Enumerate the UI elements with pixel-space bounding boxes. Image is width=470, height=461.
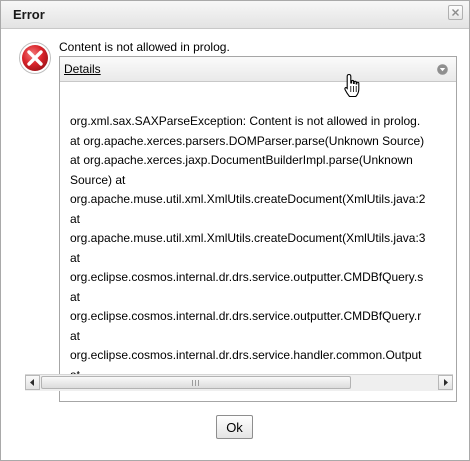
close-button[interactable]: [448, 5, 463, 20]
details-label: Details: [64, 62, 101, 76]
stack-trace-line: at: [70, 328, 81, 343]
details-panel: Details org.xml.sax.SAXParseException: C…: [59, 56, 457, 402]
error-x-icon: [19, 42, 51, 74]
stack-trace-line: at org.apache.xerces.jaxp.DocumentBuilde…: [70, 153, 413, 167]
scroll-left-button[interactable]: [25, 375, 40, 390]
scroll-grip-icon: [192, 380, 200, 386]
close-icon: [452, 9, 459, 16]
stack-trace-line: org.apache.muse.util.xml.XmlUtils.create…: [70, 231, 426, 245]
hand-cursor-icon: [344, 73, 360, 98]
stack-trace-text: org.xml.sax.SAXParseException: Content i…: [70, 112, 425, 384]
dialog-titlebar: Error: [1, 1, 469, 29]
details-toggle[interactable]: Details: [60, 57, 456, 82]
stack-trace-line: org.eclipse.cosmos.internal.dr.drs.servi…: [70, 348, 422, 362]
stack-trace-line: org.eclipse.cosmos.internal.dr.drs.servi…: [70, 270, 424, 284]
scroll-right-button[interactable]: [438, 375, 453, 390]
scroll-thumb[interactable]: [41, 376, 351, 389]
stack-trace-line: Source) at: [70, 172, 126, 187]
horizontal-scrollbar[interactable]: [25, 374, 453, 391]
scroll-right-icon: [444, 379, 448, 386]
chevron-down-icon: [437, 64, 448, 75]
scroll-left-icon: [30, 379, 34, 386]
stack-trace-line: at: [70, 211, 81, 226]
stack-trace-line: at: [70, 250, 81, 265]
stack-trace-line: org.apache.muse.util.xml.XmlUtils.create…: [70, 192, 426, 206]
stack-trace-line: at org.apache.xerces.parsers.DOMParser.p…: [70, 133, 425, 148]
error-message: Content is not allowed in prolog.: [59, 40, 230, 54]
dialog-title: Error: [13, 7, 45, 22]
stack-trace-area[interactable]: org.xml.sax.SAXParseException: Content i…: [61, 82, 455, 384]
stack-trace-line: org.xml.sax.SAXParseException: Content i…: [70, 114, 421, 128]
stack-trace-line: at: [70, 289, 81, 304]
ok-button[interactable]: Ok: [216, 415, 253, 439]
stack-trace-line: org.eclipse.cosmos.internal.dr.drs.servi…: [70, 309, 422, 323]
